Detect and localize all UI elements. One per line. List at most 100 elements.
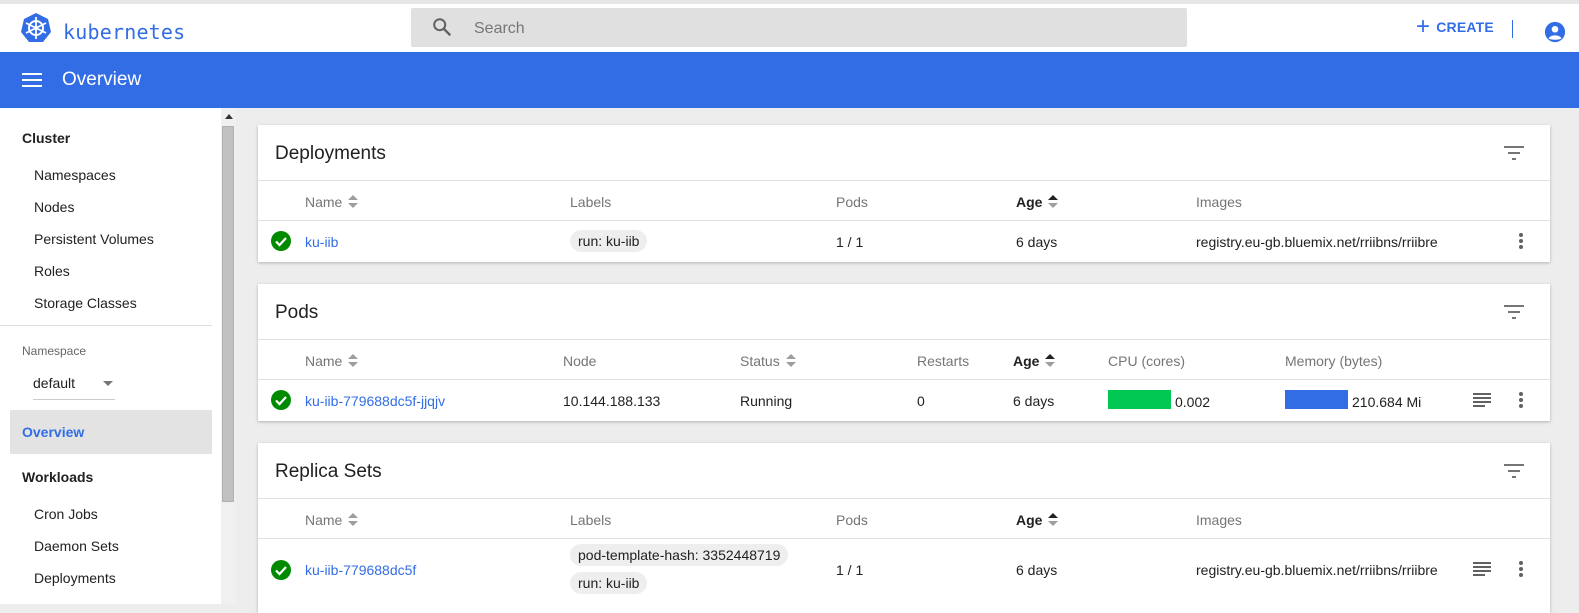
sort-icon bbox=[348, 354, 359, 368]
logs-icon[interactable] bbox=[1473, 562, 1491, 576]
cpu-value: 0.002 bbox=[1175, 394, 1211, 410]
column-header-node: Node bbox=[563, 353, 597, 369]
create-button[interactable]: + CREATE bbox=[1416, 13, 1494, 40]
deployments-title: Deployments bbox=[275, 143, 386, 164]
node-value: 10.144.188.133 bbox=[563, 393, 661, 409]
sidebar-divider bbox=[0, 325, 212, 326]
replica-set-name-link[interactable]: ku-iib-779688dc5f bbox=[305, 562, 416, 578]
search-icon bbox=[433, 18, 452, 37]
divider bbox=[258, 379, 1550, 380]
brand-name[interactable]: kubernetes bbox=[63, 20, 185, 44]
age-value: 6 days bbox=[1016, 562, 1058, 578]
column-header-pods: Pods bbox=[836, 512, 868, 528]
column-header-restarts: Restarts bbox=[917, 353, 970, 369]
divider bbox=[258, 538, 1550, 539]
kubernetes-logo-icon[interactable] bbox=[20, 12, 52, 44]
sidebar-item-namespaces[interactable]: Namespaces bbox=[34, 167, 116, 183]
account-icon[interactable] bbox=[1544, 21, 1566, 43]
column-header-images: Images bbox=[1196, 194, 1242, 210]
column-header-status[interactable]: Status bbox=[740, 353, 796, 369]
title-bar: Overview bbox=[0, 52, 1579, 108]
column-header-label: Age bbox=[1016, 194, 1043, 210]
sidebar-item-persistent-volumes[interactable]: Persistent Volumes bbox=[34, 231, 154, 247]
kebab-icon[interactable] bbox=[1516, 232, 1526, 250]
kebab-icon[interactable] bbox=[1516, 391, 1526, 409]
column-header-name[interactable]: Name bbox=[305, 353, 359, 369]
age-value: 6 days bbox=[1016, 234, 1058, 250]
column-header-labels: Labels bbox=[570, 194, 612, 210]
menu-icon[interactable] bbox=[22, 72, 42, 88]
plus-icon: + bbox=[1416, 13, 1431, 40]
memory-usage-bar bbox=[1285, 390, 1348, 409]
divider bbox=[258, 180, 1550, 181]
label-chip: pod-template-hash: 3352448719 bbox=[570, 544, 789, 566]
column-header-images: Images bbox=[1196, 512, 1242, 528]
sidebar-heading-workloads[interactable]: Workloads bbox=[22, 469, 93, 485]
sort-icon bbox=[348, 195, 359, 209]
search-bar[interactable] bbox=[411, 8, 1187, 49]
sort-icon bbox=[1048, 195, 1059, 209]
sidebar-heading-cluster[interactable]: Cluster bbox=[22, 130, 70, 146]
header-divider bbox=[1512, 20, 1513, 38]
column-header-label: Status bbox=[740, 353, 780, 369]
column-header-age[interactable]: Age bbox=[1013, 353, 1056, 369]
sidebar-item-cron-jobs[interactable]: Cron Jobs bbox=[34, 506, 98, 522]
kebab-icon[interactable] bbox=[1516, 560, 1526, 578]
column-header-age[interactable]: Age bbox=[1016, 512, 1059, 528]
scroll-up-arrow-icon[interactable] bbox=[225, 114, 233, 119]
column-header-name[interactable]: Name bbox=[305, 512, 359, 528]
filter-icon[interactable] bbox=[1504, 464, 1524, 478]
divider bbox=[258, 498, 1550, 499]
sidebar-item-storage-classes[interactable]: Storage Classes bbox=[34, 295, 137, 311]
image-value: registry.eu-gb.bluemix.net/rriibns/rriib… bbox=[1196, 234, 1438, 250]
column-header-name[interactable]: Name bbox=[305, 194, 359, 210]
pods-count: 1 / 1 bbox=[836, 234, 864, 250]
namespace-value: default bbox=[33, 375, 76, 391]
pods-title: Pods bbox=[275, 302, 319, 323]
column-header-label: Name bbox=[305, 353, 343, 369]
namespace-select[interactable]: default bbox=[33, 367, 115, 400]
column-header-cpu: CPU (cores) bbox=[1108, 353, 1186, 369]
column-header-label: Age bbox=[1016, 512, 1043, 528]
cpu-usage-bar bbox=[1108, 390, 1171, 409]
replica-sets-title: Replica Sets bbox=[275, 461, 382, 482]
status-value: Running bbox=[740, 393, 793, 409]
sidebar-item-label: Overview bbox=[22, 424, 85, 440]
create-label: CREATE bbox=[1436, 19, 1494, 35]
check-circle-icon bbox=[271, 390, 291, 410]
label-chip: run: ku-iib bbox=[570, 572, 648, 594]
column-header-labels: Labels bbox=[570, 512, 612, 528]
top-bar: kubernetes + CREATE bbox=[0, 0, 1579, 52]
scrollbar-thumb[interactable] bbox=[222, 126, 234, 502]
column-header-label: Name bbox=[305, 512, 343, 528]
sidebar-item-overview[interactable]: Overview bbox=[10, 410, 212, 454]
sidebar-item-roles[interactable]: Roles bbox=[34, 263, 70, 279]
check-circle-icon bbox=[271, 231, 291, 251]
column-header-label: Name bbox=[305, 194, 343, 210]
pod-name-link[interactable]: ku-iib-779688dc5f-jjqjv bbox=[305, 393, 445, 409]
deployments-card: Deployments Name Labels Pods Age Images … bbox=[258, 125, 1550, 262]
pods-count: 1 / 1 bbox=[836, 562, 864, 578]
sidebar-item-deployments[interactable]: Deployments bbox=[34, 570, 116, 586]
chevron-down-icon bbox=[103, 381, 113, 386]
sidebar-item-daemon-sets[interactable]: Daemon Sets bbox=[34, 538, 119, 554]
sort-icon bbox=[785, 354, 796, 368]
column-header-age[interactable]: Age bbox=[1016, 194, 1059, 210]
deployment-name-link[interactable]: ku-iib bbox=[305, 234, 338, 250]
memory-value: 210.684 Mi bbox=[1352, 394, 1422, 410]
page-title: Overview bbox=[62, 69, 142, 90]
column-header-memory: Memory (bytes) bbox=[1285, 353, 1383, 369]
column-header-label: Age bbox=[1013, 353, 1040, 369]
sidebar-item-nodes[interactable]: Nodes bbox=[34, 199, 74, 215]
sidebar-scrollbar[interactable] bbox=[221, 108, 236, 604]
filter-icon[interactable] bbox=[1504, 305, 1524, 319]
sidebar: Cluster Namespaces Nodes Persistent Volu… bbox=[0, 108, 221, 604]
logs-icon[interactable] bbox=[1473, 393, 1491, 407]
sort-icon bbox=[348, 513, 359, 527]
label-chip: run: ku-iib bbox=[570, 230, 648, 252]
search-input[interactable] bbox=[472, 8, 1156, 49]
check-circle-icon bbox=[271, 560, 291, 580]
column-header-pods: Pods bbox=[836, 194, 868, 210]
replica-sets-card: Replica Sets Name Labels Pods Age Images… bbox=[258, 443, 1550, 613]
filter-icon[interactable] bbox=[1504, 146, 1524, 160]
